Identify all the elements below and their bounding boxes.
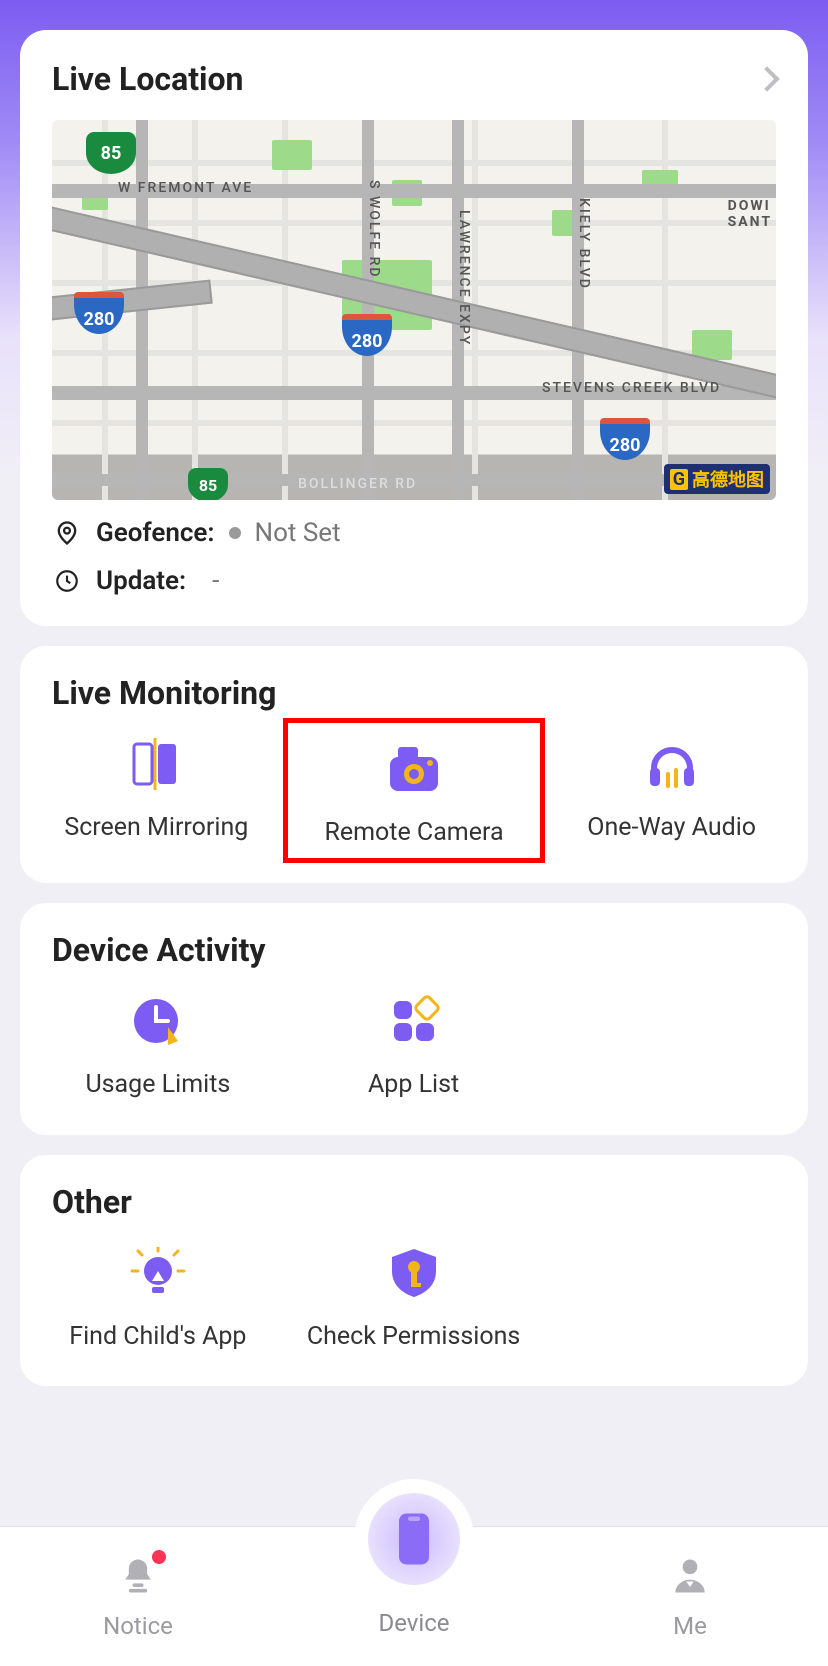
- screen-mirroring-label: Screen Mirroring: [64, 812, 248, 843]
- camera-icon: [384, 743, 444, 795]
- update-label: Update:: [96, 566, 186, 596]
- app-list-icon: [384, 995, 444, 1047]
- map-label-lawrence: LAWRENCE EXPY: [456, 210, 472, 346]
- person-icon: [668, 1554, 712, 1604]
- live-monitoring-title: Live Monitoring: [30, 674, 798, 712]
- geofence-pin-icon: [52, 518, 82, 548]
- geofence-status-dot: [229, 527, 241, 539]
- tab-notice-label: Notice: [103, 1612, 173, 1640]
- geofence-value: Not Set: [255, 518, 341, 548]
- other-card: Other Find Child's App: [20, 1155, 808, 1386]
- remote-camera-label: Remote Camera: [324, 817, 503, 848]
- bell-icon: [116, 1554, 160, 1604]
- app-list-button[interactable]: App List: [286, 975, 542, 1110]
- geofence-label: Geofence:: [96, 518, 215, 548]
- usage-limits-icon: [128, 995, 188, 1047]
- map-label-fremont: W FREMONT AVE: [118, 180, 253, 196]
- live-location-title: Live Location: [52, 60, 243, 98]
- check-permissions-label: Check Permissions: [307, 1321, 520, 1352]
- map-label-swolfe: S WOLFE RD: [366, 180, 382, 279]
- tab-device-label: Device: [378, 1609, 449, 1637]
- check-permissions-button[interactable]: Check Permissions: [286, 1227, 542, 1362]
- screen-mirroring-button[interactable]: Screen Mirroring: [30, 718, 283, 863]
- route-shield-280c: 280: [600, 418, 650, 460]
- main-scroll: Live Location: [0, 0, 828, 1526]
- one-way-audio-button[interactable]: One-Way Audio: [545, 718, 798, 863]
- find-childs-app-button[interactable]: Find Child's App: [30, 1227, 286, 1362]
- map-attribution: 高德地图: [664, 464, 770, 494]
- location-map[interactable]: 85 280 280 280 W FREMONT AVE S WOLFE RD …: [52, 120, 776, 500]
- route-shield-85b: 85: [188, 468, 228, 500]
- remote-camera-button[interactable]: Remote Camera: [283, 718, 546, 863]
- map-label-kiely: KIELY BLVD: [576, 198, 592, 290]
- update-row: Update: -: [52, 566, 776, 596]
- route-shield-85: 85: [86, 132, 136, 174]
- clock-icon: [52, 566, 82, 596]
- tab-device[interactable]: Device: [276, 1527, 552, 1666]
- live-location-card: Live Location: [20, 30, 808, 626]
- map-label-stevens: STEVENS CREEK BLVD: [542, 380, 721, 396]
- find-childs-app-label: Find Child's App: [69, 1321, 246, 1352]
- tab-me-label: Me: [673, 1612, 707, 1640]
- route-shield-280a: 280: [74, 292, 124, 334]
- live-monitoring-card: Live Monitoring Screen Mirroring: [20, 646, 808, 883]
- lightbulb-icon: [128, 1247, 188, 1299]
- app-list-label: App List: [368, 1069, 459, 1100]
- map-label-downtown: DOWI SANT: [728, 198, 772, 230]
- headphones-icon: [642, 738, 702, 790]
- device-activity-title: Device Activity: [30, 931, 798, 969]
- chevron-right-icon: [754, 66, 779, 91]
- usage-limits-button[interactable]: Usage Limits: [30, 975, 286, 1110]
- notification-dot: [152, 1550, 166, 1564]
- phone-icon: [396, 1512, 432, 1566]
- tab-me[interactable]: Me: [552, 1527, 828, 1666]
- tab-notice[interactable]: Notice: [0, 1527, 276, 1666]
- shield-key-icon: [384, 1247, 444, 1299]
- screen-mirroring-icon: [126, 738, 186, 790]
- usage-limits-label: Usage Limits: [85, 1069, 230, 1100]
- live-location-header[interactable]: Live Location: [52, 60, 776, 98]
- other-title: Other: [30, 1183, 798, 1221]
- device-activity-card: Device Activity Usage Limits: [20, 903, 808, 1134]
- tab-center-hump: [354, 1479, 474, 1599]
- geofence-row[interactable]: Geofence: Not Set: [52, 518, 776, 548]
- one-way-audio-label: One-Way Audio: [587, 812, 756, 843]
- update-value: -: [212, 566, 219, 596]
- bottom-tabbar: Notice Device Me: [0, 1526, 828, 1666]
- map-label-bollinger: BOLLINGER RD: [298, 476, 417, 492]
